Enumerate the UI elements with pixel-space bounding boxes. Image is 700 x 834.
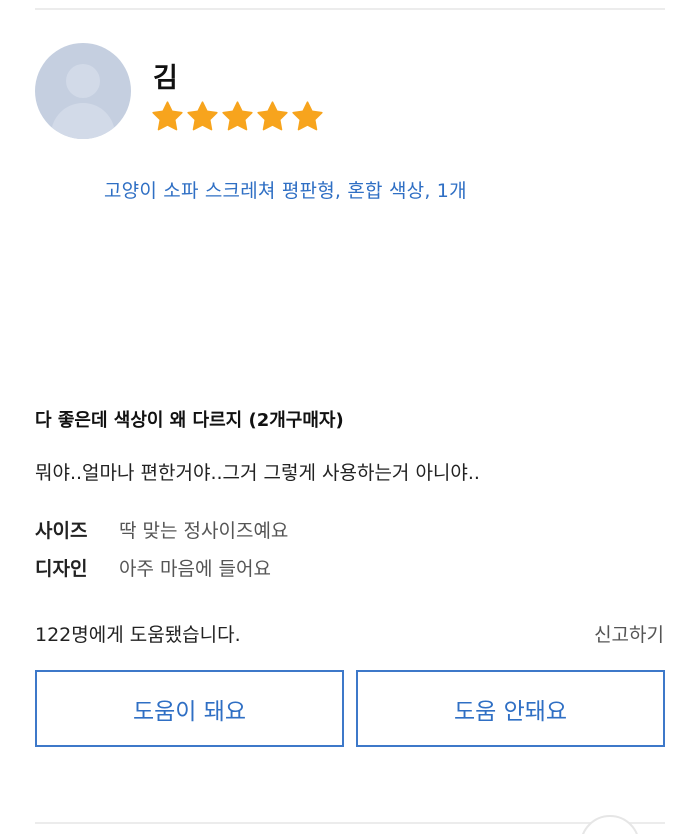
star-rating [151,100,324,133]
review-card: 김 고양이 소파 스크레쳐 평판형, 혼합 색상, 1개 다 좋은데 색상이 왜… [0,0,700,834]
top-divider [35,8,665,10]
review-body: 뭐야..얼마나 편한거야..그거 그렇게 사용하는거 아니야.. [35,462,480,484]
product-option: 고양이 소파 스크레쳐 평판형, 혼합 색상, 1개 [104,180,467,202]
helpful-count: 122명에게 도움됐습니다. [35,624,241,646]
avatar [35,43,131,139]
star-icon [257,101,288,131]
report-link[interactable]: 신고하기 [594,620,664,647]
attribute-row-size: 사이즈 딱 맞는 정사이즈예요 [35,516,288,543]
helpful-button[interactable]: 도움이 돼요 [35,670,344,747]
attribute-value: 딱 맞는 정사이즈예요 [119,520,289,542]
attribute-key: 디자인 [35,558,88,580]
not-helpful-button[interactable]: 도움 안돼요 [356,670,665,747]
scroll-top-button[interactable] [580,815,640,834]
review-headline: 다 좋은데 색상이 왜 다르지 (2개구매자) [35,410,344,431]
star-icon [152,101,183,131]
avatar-head-shape [66,64,100,98]
reviewer-name: 김 [153,63,178,94]
attribute-row-design: 디자인 아주 마음에 들어요 [35,554,271,581]
attribute-key: 사이즈 [35,520,88,542]
attribute-value: 아주 마음에 들어요 [119,558,271,580]
avatar-body-shape [51,103,115,139]
bottom-divider [35,822,665,824]
star-icon [222,101,253,131]
star-icon [292,101,323,131]
star-icon [187,101,218,131]
